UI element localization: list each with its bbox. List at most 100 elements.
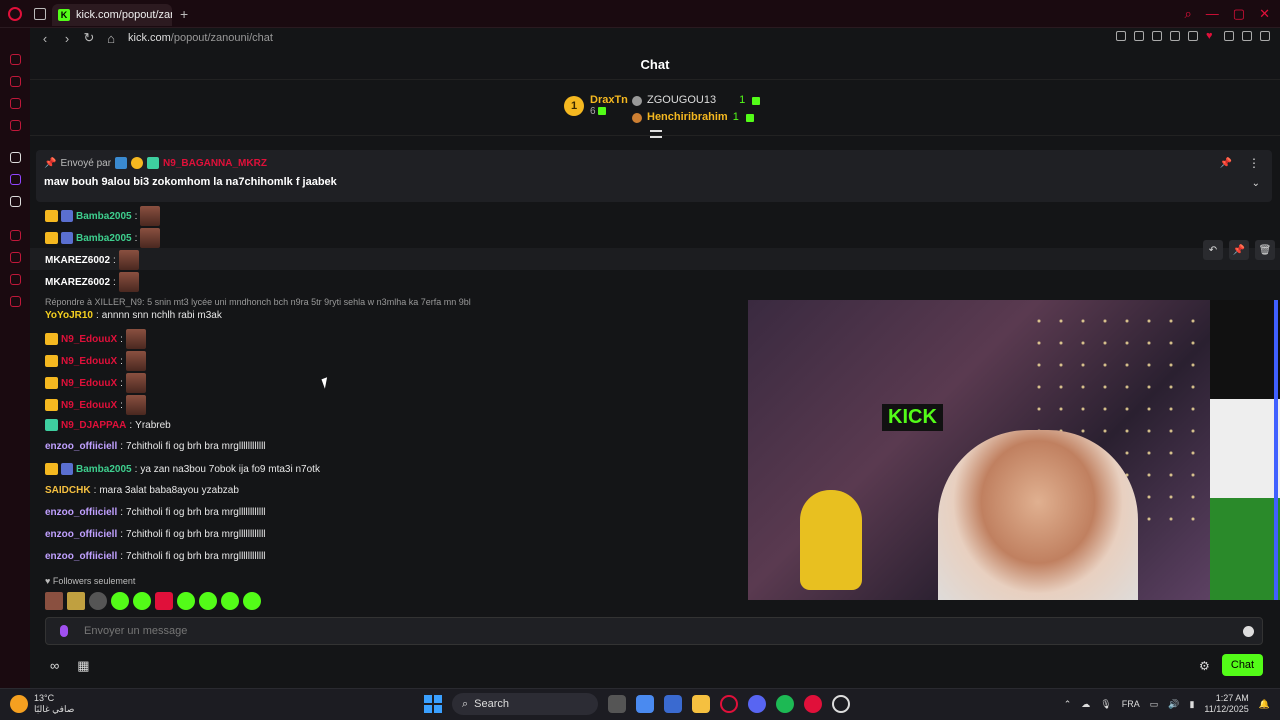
kick-sidebar-icon[interactable] <box>10 152 21 163</box>
store-app-icon[interactable] <box>664 695 682 713</box>
infinity-icon[interactable]: ∞ <box>50 658 59 674</box>
twitch-icon[interactable] <box>10 174 21 185</box>
spotify-icon[interactable] <box>776 695 794 713</box>
task-view-icon[interactable] <box>608 695 626 713</box>
emote-icon[interactable] <box>67 592 85 610</box>
chat-message[interactable]: enzoo_offiiciell: 7chitholi fi og brh br… <box>45 551 266 562</box>
messenger-icon[interactable] <box>10 98 21 109</box>
forward-icon[interactable]: › <box>60 31 74 46</box>
chrome-icon[interactable] <box>832 695 850 713</box>
chat-message[interactable]: N9_DJAPPAA: Yrabreb <box>45 419 171 431</box>
chevron-down-icon[interactable]: ⌄ <box>1252 178 1260 189</box>
new-tab-button[interactable]: + <box>180 6 188 22</box>
search-icon[interactable]: ⌕ <box>1185 6 1192 22</box>
chat-username[interactable]: N9_EdouuX <box>61 400 117 411</box>
minimize-icon[interactable]: — <box>1206 6 1219 22</box>
cloud-icon[interactable]: ☁ <box>1081 699 1090 710</box>
leaderboard-top[interactable]: 1 DraxTn 6 <box>564 94 628 117</box>
chat-message[interactable]: enzoo_offiiciell: 7chitholi fi og brh br… <box>45 529 266 540</box>
chevron-up-icon[interactable]: ⌃ <box>1064 699 1072 710</box>
store-icon[interactable]: ▦ <box>77 658 89 674</box>
leaderboard-row[interactable]: Henchiribrahim 1 <box>632 109 760 126</box>
reply-icon[interactable]: ↶ <box>1203 240 1223 260</box>
music-icon[interactable] <box>10 120 21 131</box>
back-icon[interactable]: ‹ <box>38 31 52 46</box>
chat-username[interactable]: N9_EdouuX <box>61 334 117 345</box>
chat-username[interactable]: enzoo_offiiciell <box>45 529 117 540</box>
emote-icon[interactable] <box>221 592 239 610</box>
weather-widget[interactable]: 13°C صافي غالبًا <box>10 693 74 715</box>
chat-message[interactable]: N9_EdouuX: <box>45 351 146 371</box>
taskbar-search[interactable]: ⌕ Search <box>452 693 598 715</box>
aria-icon[interactable] <box>10 54 21 65</box>
chat-username[interactable]: MKAREZ6002 <box>45 255 110 266</box>
file-explorer-icon[interactable] <box>692 695 710 713</box>
emote-icon[interactable] <box>133 592 151 610</box>
network-icon[interactable]: ▭ <box>1150 699 1159 710</box>
leaderboard-row[interactable]: ZGOUGOU13 1 <box>632 92 761 109</box>
chat-username[interactable]: N9_EdouuX <box>61 378 117 389</box>
shopping-icon[interactable] <box>10 76 21 87</box>
profile-icon[interactable] <box>1224 31 1234 41</box>
chat-message[interactable]: SAIDCHK: mara 3alat baba8ayou yzabzab <box>45 485 239 496</box>
chat-username[interactable]: Bamba2005 <box>76 464 132 475</box>
chat-username[interactable]: Bamba2005 <box>76 211 132 222</box>
message-input[interactable] <box>84 625 1184 637</box>
chat-message[interactable]: Bamba2005: <box>45 228 161 248</box>
play-icon[interactable] <box>1188 31 1198 41</box>
chat-message[interactable]: N9_EdouuX: <box>45 373 146 393</box>
opera-logo-icon[interactable] <box>8 7 22 21</box>
chat-username[interactable]: enzoo_offiiciell <box>45 507 117 518</box>
more-options-icon[interactable]: ⋮ <box>1248 156 1260 170</box>
menu-icon[interactable] <box>1260 31 1270 41</box>
microphone-icon[interactable] <box>60 625 68 637</box>
emote-icon[interactable] <box>199 592 217 610</box>
unpin-icon[interactable]: 📌 <box>1220 158 1232 169</box>
chat-message[interactable]: N9_EdouuX: <box>45 329 146 349</box>
emote-icon[interactable] <box>177 592 195 610</box>
emote-icon[interactable] <box>111 592 129 610</box>
discord-icon[interactable] <box>748 695 766 713</box>
language-indicator[interactable]: FRA <box>1122 699 1140 709</box>
mic-tray-icon[interactable]: 🎙 <box>1100 699 1111 710</box>
chat-username[interactable]: enzoo_offiiciell <box>45 551 117 562</box>
chat-message[interactable]: YoYoJR10: annnn snn nchlh rabi m3ak <box>45 310 222 321</box>
reload-icon[interactable]: ↻ <box>82 30 96 46</box>
emote-icon[interactable] <box>45 592 63 610</box>
windows-start-icon[interactable] <box>424 695 442 713</box>
chat-message[interactable]: Bamba2005: ya zan na3bou 7obok ija fo9 m… <box>45 463 320 475</box>
chat-message[interactable]: MKAREZ6002: <box>45 250 139 270</box>
chat-message[interactable]: N9_EdouuX: <box>45 395 146 415</box>
chat-username[interactable]: N9_DJAPPAA <box>61 420 126 431</box>
copilot-icon[interactable] <box>636 695 654 713</box>
volume-icon[interactable]: 🔊 <box>1168 699 1179 710</box>
pinned-user[interactable]: N9_BAGANNA_MKRZ <box>163 158 267 169</box>
webcam-video[interactable]: KICK <box>748 300 1280 600</box>
vpn-icon[interactable] <box>1170 31 1180 41</box>
url-field[interactable]: kick.com/popout/zanouni/chat <box>128 32 273 44</box>
chat-username[interactable]: YoYoJR10 <box>45 310 93 321</box>
collapse-leaderboard-icon[interactable] <box>650 130 662 138</box>
emoji-picker-icon[interactable] <box>1243 626 1254 637</box>
tab-menu-icon[interactable] <box>34 8 46 20</box>
chat-username[interactable]: enzoo_offiiciell <box>45 441 117 452</box>
send-chat-button[interactable]: Chat <box>1222 654 1263 676</box>
player-icon[interactable] <box>10 230 21 241</box>
settings-icon[interactable] <box>10 296 21 307</box>
close-icon[interactable]: ✕ <box>1259 6 1270 22</box>
heart-icon[interactable]: ♥ <box>1206 31 1216 42</box>
pin-icon[interactable] <box>1134 31 1144 41</box>
history-icon[interactable] <box>10 252 21 263</box>
reply-context[interactable]: Répondre à XILLER_N9: 5 snin mt3 lycée u… <box>45 297 471 307</box>
maximize-icon[interactable]: ▢ <box>1233 6 1245 22</box>
opera-gx-icon[interactable] <box>720 695 738 713</box>
download-icon[interactable] <box>1242 31 1252 41</box>
extensions-icon[interactable] <box>10 274 21 285</box>
x-icon[interactable] <box>10 196 21 207</box>
browser-tab[interactable]: K kick.com/popout/zanouni <box>52 4 172 26</box>
chat-message[interactable]: Bamba2005: <box>45 206 161 226</box>
chat-message[interactable]: enzoo_offiiciell: 7chitholi fi og brh br… <box>45 507 266 518</box>
chat-message[interactable]: MKAREZ6002: <box>45 272 139 292</box>
delete-icon[interactable]: 🗑 <box>1255 240 1275 260</box>
notifications-icon[interactable]: 🔔 <box>1259 699 1270 710</box>
